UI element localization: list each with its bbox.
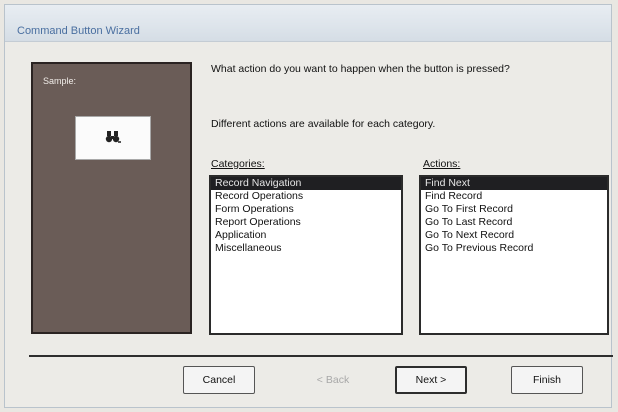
button-separator — [29, 355, 613, 357]
finish-button[interactable]: Finish — [511, 366, 583, 394]
category-item-record-operations[interactable]: Record Operations — [211, 190, 401, 203]
actions-label: Actions: — [423, 158, 461, 170]
action-item-go-to-next-record[interactable]: Go To Next Record — [421, 229, 607, 242]
category-item-form-operations[interactable]: Form Operations — [211, 203, 401, 216]
action-item-find-record[interactable]: Find Record — [421, 190, 607, 203]
question-text: What action do you want to happen when t… — [211, 63, 510, 75]
category-item-record-navigation[interactable]: Record Navigation — [211, 177, 401, 190]
title-bar[interactable]: Command Button Wizard — [5, 5, 611, 42]
category-item-miscellaneous[interactable]: Miscellaneous — [211, 242, 401, 255]
actions-listbox[interactable]: Find Next Find Record Go To First Record… — [419, 175, 609, 335]
binoculars-icon — [105, 130, 121, 147]
sample-button-preview — [75, 116, 151, 160]
command-button-wizard-window: Command Button Wizard Sample: What actio… — [4, 4, 613, 408]
sample-preview-panel: Sample: — [31, 62, 192, 334]
action-item-go-to-previous-record[interactable]: Go To Previous Record — [421, 242, 607, 255]
category-item-report-operations[interactable]: Report Operations — [211, 216, 401, 229]
categories-label: Categories: — [211, 158, 265, 170]
category-hint-text: Different actions are available for each… — [211, 118, 436, 130]
category-item-application[interactable]: Application — [211, 229, 401, 242]
action-item-go-to-last-record[interactable]: Go To Last Record — [421, 216, 607, 229]
cancel-button[interactable]: Cancel — [183, 366, 255, 394]
categories-listbox[interactable]: Record Navigation Record Operations Form… — [209, 175, 403, 335]
next-button[interactable]: Next > — [395, 366, 467, 394]
sample-label: Sample: — [43, 76, 77, 86]
action-item-find-next[interactable]: Find Next — [421, 177, 607, 190]
action-item-go-to-first-record[interactable]: Go To First Record — [421, 203, 607, 216]
back-button: < Back — [297, 366, 369, 394]
window-title: Command Button Wizard — [17, 25, 140, 37]
